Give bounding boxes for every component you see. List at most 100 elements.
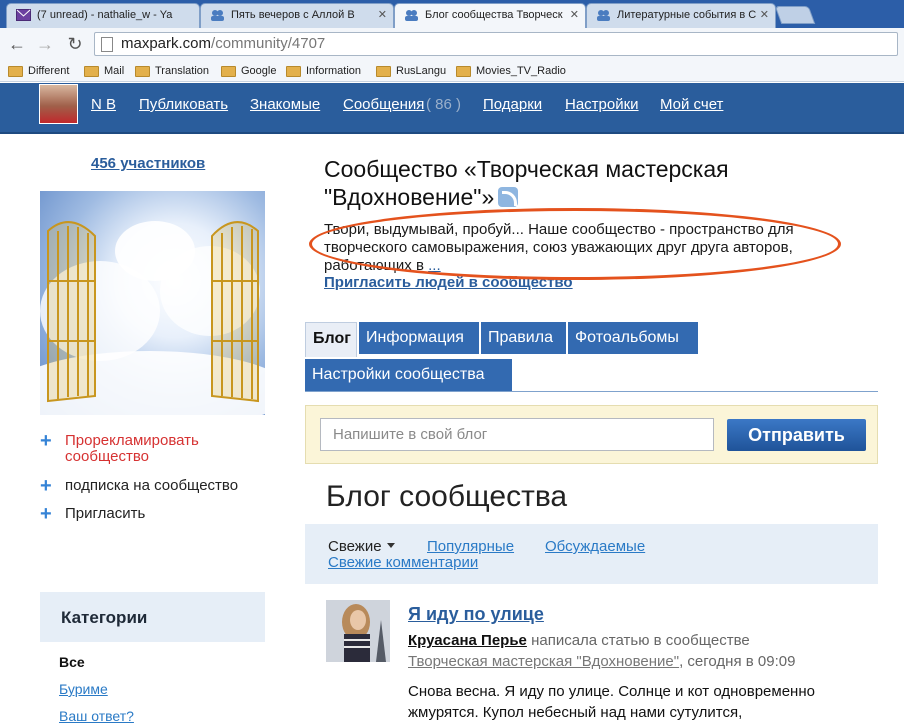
filter-fresh-label: Свежие [328,538,382,555]
blog-heading: Блог сообщества [326,480,568,513]
post-title-link[interactable]: Я иду по улице [408,604,544,625]
rss-icon[interactable] [498,187,519,207]
address-bar[interactable]: maxpark.com/community/4707 [94,32,898,56]
folder-icon [8,66,23,77]
community-title-text: Сообщество «Творческая мастерская "Вдохн… [324,156,729,210]
url-path: /community/4707 [211,35,326,52]
blog-post-input[interactable] [320,418,714,451]
avatar[interactable] [39,84,78,124]
invite-label: Пригласить [65,505,146,522]
community-title: Сообщество «Творческая мастерская "Вдохн… [324,155,804,211]
community-icon [211,10,224,21]
author-photo-image [326,600,390,662]
nav-publish[interactable]: Публиковать [139,96,228,113]
bookmark-label: Different [28,65,70,77]
post-action-text: написала статью в сообществе [531,632,750,649]
post-author-link[interactable]: Круасана Перье [408,632,527,649]
post-community-line: Творческая мастерская "Вдохновение", сег… [408,653,795,670]
blog-post-box: Отправить [305,405,878,464]
tab-label: (7 unread) - nathalie_w - Ya [37,9,173,21]
nav-account[interactable]: Мой счет [660,96,723,113]
nav-messages[interactable]: Сообщения [343,96,424,113]
tab-blog[interactable]: Блог [305,322,357,357]
back-arrow-icon[interactable]: ← [6,33,28,55]
folder-icon [456,66,471,77]
filter-fresh[interactable]: Свежие [328,538,395,555]
categories-title: Категории [61,608,148,627]
close-icon[interactable]: ✕ [570,4,579,26]
tab-albums[interactable]: Фотоальбомы [568,322,698,354]
plus-icon: + [40,503,52,525]
page-icon [101,37,113,52]
heaven-gates-image [40,221,265,415]
post-author-photo[interactable] [326,600,390,662]
chevron-down-icon [386,543,395,548]
post-time: , сегодня в 09:09 [679,653,796,670]
tab-label: Пять вечеров с Аллой В [231,9,355,21]
bookmark-translation[interactable]: Translation [135,63,209,79]
category-burime[interactable]: Буриме [59,681,108,697]
community-icon [405,10,418,21]
bookmark-label: RusLangu [396,65,447,77]
browser-tabstrip: (7 unread) - nathalie_w - Ya Пять вечеро… [0,0,904,28]
mail-icon [16,9,31,21]
post-excerpt: Снова весна. Я иду по улице. Солнце и ко… [408,683,815,721]
nav-gifts[interactable]: Подарки [483,96,542,113]
messages-count: ( 86 ) [426,96,462,113]
bookmark-ruslangu[interactable]: RusLangu [376,63,446,79]
promote-label: Прорекламировать сообщество [65,432,199,465]
folder-icon [286,66,301,77]
filter-discussed[interactable]: Обсуждаемые [545,538,645,555]
bookmarks-bar: Different Mail Translation Google Inform… [0,60,904,82]
tab-rules[interactable]: Правила [481,322,566,354]
filter-popular[interactable]: Популярные [427,538,514,555]
site-header: N B Публиковать Знакомые Сообщения ( 86 … [0,83,904,134]
new-tab-button[interactable] [774,6,816,24]
community-icon [597,10,610,21]
tab-label: Блог сообщества Творческ [425,9,563,21]
bookmark-information[interactable]: Information [286,63,361,79]
forward-arrow-icon[interactable]: → [34,33,56,55]
close-icon[interactable]: ✕ [378,4,387,26]
members-count-link[interactable]: 456 участников [91,155,205,172]
bookmark-label: Information [306,65,362,77]
reload-icon[interactable]: ↻ [64,33,86,55]
folder-icon [221,66,236,77]
browser-tab-blog[interactable]: Блог сообщества Творческ ✕ [394,3,586,28]
browser-toolbar: ← → ↻ maxpark.com/community/4707 [0,28,904,60]
browser-tab-mail[interactable]: (7 unread) - nathalie_w - Ya [6,3,200,28]
category-all[interactable]: Все [59,654,85,670]
close-icon[interactable]: ✕ [760,4,769,26]
browser-tab-alla[interactable]: Пять вечеров с Аллой В ✕ [200,3,394,28]
bookmark-label: Mail [104,65,125,77]
highlight-oval [309,208,841,280]
category-your-answer[interactable]: Ваш ответ? [59,708,134,724]
folder-icon [84,66,99,77]
blog-filter-bar: Свежие Популярные Обсуждаемые Свежие ком… [305,524,878,584]
plus-icon: + [40,430,52,452]
tab-community-settings[interactable]: Настройки сообщества [305,359,512,391]
filter-fresh-comments[interactable]: Свежие комментарии [328,554,478,571]
tabs-divider [305,391,878,392]
send-button[interactable]: Отправить [727,419,866,451]
subscribe-label: подписка на сообщество [65,477,239,494]
nav-acquaintances[interactable]: Знакомые [250,96,320,113]
post-community-link[interactable]: Творческая мастерская "Вдохновение" [408,653,679,670]
bookmark-label: Google [241,65,277,77]
nav-settings[interactable]: Настройки [565,96,639,113]
plus-icon: + [40,475,52,497]
user-name-link[interactable]: N B [91,96,116,113]
browser-tab-literary[interactable]: Литературные события в С ✕ [586,3,776,28]
tab-info[interactable]: Информация [359,322,479,354]
bookmark-movies[interactable]: Movies_TV_Radio [456,63,566,79]
post-author-line: Круасана Перье написала статью в сообщес… [408,632,750,649]
categories-header: Категории [40,592,265,642]
url-domain: maxpark.com [121,35,212,52]
bookmark-label: Translation [155,65,210,77]
url-text: maxpark.com/community/4707 [121,35,325,52]
tab-label: Литературные события в С [617,9,757,21]
bookmark-mail[interactable]: Mail [84,63,124,79]
bookmark-different[interactable]: Different [8,63,69,79]
bookmark-label: Movies_TV_Radio [476,65,566,77]
bookmark-google[interactable]: Google [221,63,276,79]
